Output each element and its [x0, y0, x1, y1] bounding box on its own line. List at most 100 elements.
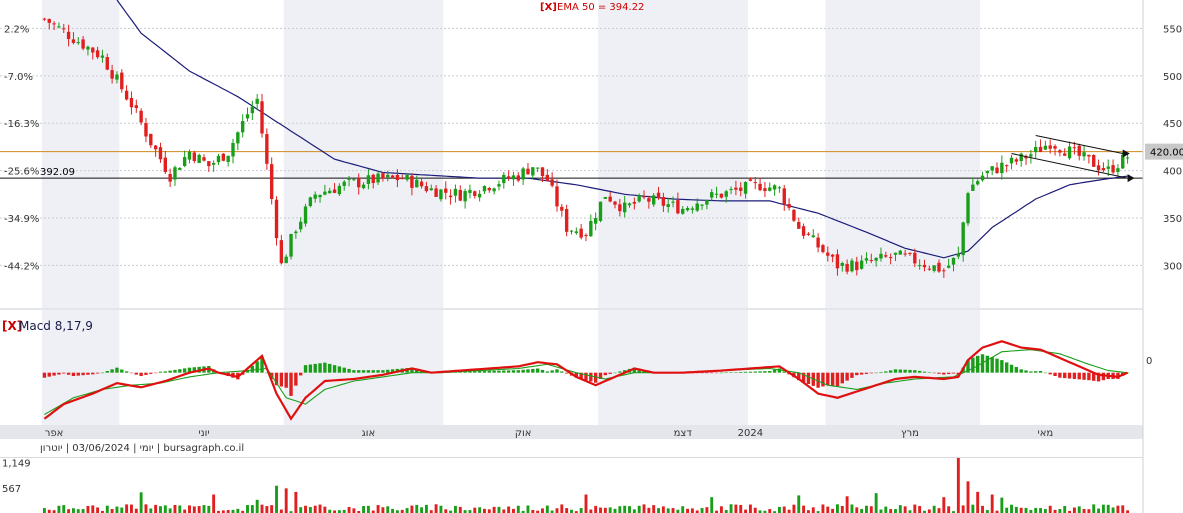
percent-tick-label: -34.9%: [4, 214, 39, 225]
candle-body: [284, 256, 288, 264]
candle-body: [439, 189, 443, 200]
candle-body: [366, 175, 371, 184]
volume-bar: [453, 505, 457, 513]
macd-hist-bar: [1024, 370, 1028, 373]
volume-bar: [961, 505, 965, 513]
candle-body: [405, 174, 409, 180]
macd-hist-bar: [163, 371, 167, 373]
volume-bar: [294, 491, 298, 513]
stock-chart: 420.00 392.09 300 350 400 450 500 550 2.2% -7.0%…: [0, 0, 1183, 513]
volume-bar: [903, 506, 907, 513]
volume-bar: [671, 508, 675, 513]
macd-hist-bar: [753, 371, 757, 373]
candle-body: [187, 151, 192, 160]
candle-body: [352, 179, 356, 181]
volume-bar: [661, 506, 665, 513]
macd-hist-bar: [975, 355, 980, 373]
macd-hist-bar: [821, 372, 825, 387]
candle-body: [966, 193, 970, 224]
volume-bar: [76, 509, 80, 513]
candle-body: [468, 189, 472, 193]
macd-hist-bar: [497, 370, 501, 373]
ema-close-button[interactable]: [X]: [540, 2, 557, 13]
macd-hist-bar: [830, 372, 835, 386]
candle-body: [424, 186, 429, 192]
macd-hist-bar: [323, 362, 327, 373]
volume-tick-label: 567: [2, 484, 21, 495]
candle-body: [231, 142, 235, 157]
month-shading: [0, 0, 1143, 458]
candle-body: [681, 208, 685, 214]
macd-hist-bar: [913, 370, 917, 373]
candle-body: [1092, 155, 1096, 167]
price-tick-label: 500: [1163, 72, 1182, 83]
volume-bar: [516, 505, 520, 513]
candle-body: [719, 193, 724, 198]
candle-body: [666, 204, 670, 207]
volume-bar: [154, 504, 158, 513]
candle-body: [642, 196, 646, 198]
candle-body: [985, 171, 990, 174]
candle-body: [995, 167, 999, 174]
volume-bar: [318, 504, 322, 513]
volume-tick-label: 1,149: [2, 458, 31, 469]
candle-body: [618, 204, 622, 212]
volume-bar: [444, 509, 448, 513]
candle-body: [830, 254, 835, 257]
candle-body: [622, 202, 627, 213]
volume-bar: [729, 504, 733, 513]
candle-body: [250, 106, 255, 114]
candle-body: [458, 189, 462, 201]
volume-bar: [1082, 508, 1086, 513]
candle-body: [269, 164, 274, 199]
volume-bar: [686, 508, 689, 513]
volume-bar: [719, 506, 723, 513]
volume-bar: [894, 509, 897, 513]
candle-body: [811, 235, 815, 238]
candle-body: [584, 235, 588, 237]
candle-body: [1067, 146, 1072, 159]
volume-bar: [642, 504, 646, 513]
volume-bar: [811, 507, 815, 513]
candle-body: [777, 187, 782, 189]
volume-bar: [492, 506, 496, 513]
candle-body: [855, 261, 859, 271]
candle-body: [1111, 165, 1115, 173]
candle-body: [211, 162, 216, 165]
candle-body: [323, 191, 327, 195]
volume-bar: [62, 505, 66, 513]
candle-body: [1034, 146, 1038, 153]
volume-bar: [753, 507, 757, 513]
macd-hist-bar: [560, 371, 564, 373]
volume-bar: [594, 505, 598, 513]
macd-hist-bar: [1029, 371, 1033, 373]
macd-hist-bar: [1063, 372, 1067, 379]
macd-hist-bar: [105, 371, 109, 373]
candle-body: [395, 174, 400, 181]
macd-hist-bar: [337, 366, 342, 373]
volume-bar: [313, 505, 317, 513]
volume-bar: [250, 505, 254, 513]
macd-hist-bar: [879, 372, 883, 373]
candle-body: [318, 194, 322, 198]
volume-bar: [966, 481, 970, 513]
macd-hist-bar: [826, 372, 830, 386]
volume-bar: [255, 499, 259, 513]
candle-body: [758, 183, 762, 191]
macd-hist-bar: [564, 372, 569, 374]
volume-bar: [792, 504, 796, 513]
volume-bar: [865, 505, 868, 513]
candle-body: [710, 192, 714, 198]
macd-hist-bar: [492, 370, 496, 373]
candle-body: [1082, 152, 1086, 157]
macd-hist-bar: [178, 369, 182, 373]
volume-bar: [932, 505, 936, 513]
volume-bar: [410, 505, 414, 513]
volume-bar: [971, 504, 975, 513]
candle-body: [656, 192, 661, 199]
candle-body: [260, 101, 264, 134]
month-band: [598, 0, 748, 425]
macd-hist-bar: [149, 372, 153, 374]
macd-hist-bar: [81, 372, 85, 376]
level-badge-label: 420.00: [1150, 148, 1183, 159]
